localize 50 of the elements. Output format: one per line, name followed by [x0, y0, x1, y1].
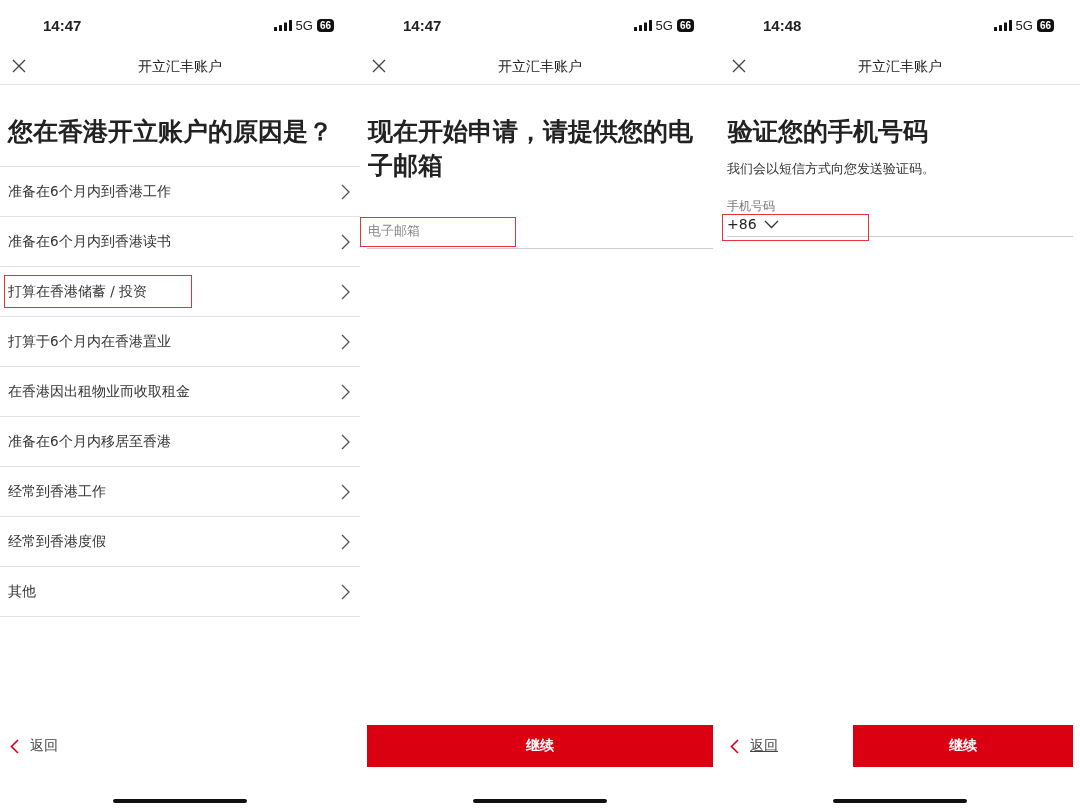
chevron-right-icon [341, 233, 350, 250]
battery-indicator: 66 [1036, 18, 1054, 32]
chevron-right-icon [341, 483, 350, 500]
status-time: 14:47 [403, 16, 442, 34]
back-chevron-icon [730, 738, 739, 754]
chevron-right-icon [341, 283, 350, 300]
option-row[interactable]: 打算在香港储蓄 / 投资 [0, 267, 360, 317]
option-row[interactable]: 经常到香港工作 [0, 467, 360, 517]
continue-button[interactable]: 继续 [853, 725, 1073, 767]
page-heading: 验证您的手机号码 [726, 116, 929, 148]
chevron-right-icon [341, 383, 350, 400]
option-row[interactable]: 打算于6个月内在香港置业 [0, 317, 360, 367]
chevron-down-icon [763, 219, 779, 229]
header-title: 开立汇丰账户 [498, 58, 582, 76]
chevron-right-icon [341, 183, 350, 200]
status-time: 14:48 [763, 16, 802, 34]
option-row[interactable]: 在香港因出租物业而收取租金 [0, 367, 360, 417]
email-field[interactable]: 电子邮箱 [367, 207, 715, 244]
chevron-right-icon [341, 583, 350, 600]
battery-indicator: 66 [676, 18, 694, 32]
header-title: 开立汇丰账户 [138, 58, 222, 76]
chevron-right-icon [341, 433, 350, 450]
back-chevron-icon [10, 738, 19, 754]
option-row[interactable]: 经常到香港度假 [0, 517, 360, 567]
chevron-right-icon [341, 333, 350, 350]
option-row[interactable]: 准备在6个月内到香港工作 [0, 167, 360, 217]
header-title: 开立汇丰账户 [858, 58, 942, 76]
option-row[interactable]: 其他 [0, 567, 360, 617]
close-icon[interactable] [732, 59, 746, 73]
page-heading: 现在开始申请，请提供您的电子邮箱 [366, 116, 694, 182]
close-icon[interactable] [372, 59, 386, 73]
country-code-select[interactable]: +86 [727, 216, 779, 232]
back-link[interactable]: 返回 [750, 737, 778, 755]
field-label: 手机号码 [727, 198, 776, 215]
option-row[interactable]: 准备在6个月内移居至香港 [0, 417, 360, 467]
page-heading: 您在香港开立账户的原因是？ [6, 116, 334, 148]
subtitle-text: 我们会以短信方式向您发送验证码。 [726, 161, 936, 178]
signal-icon [633, 19, 652, 31]
battery-indicator: 66 [316, 18, 334, 32]
network-label: 5G [655, 17, 673, 33]
continue-button[interactable]: 继续 [367, 725, 713, 767]
signal-icon [993, 19, 1012, 31]
chevron-right-icon [341, 533, 350, 550]
network-label: 5G [1015, 17, 1033, 33]
signal-icon [273, 19, 292, 31]
network-label: 5G [295, 17, 313, 33]
option-row[interactable]: 准备在6个月内到香港读书 [0, 217, 360, 267]
close-icon[interactable] [12, 59, 26, 73]
status-time: 14:47 [43, 16, 82, 34]
back-link[interactable]: 返回 [30, 737, 58, 755]
